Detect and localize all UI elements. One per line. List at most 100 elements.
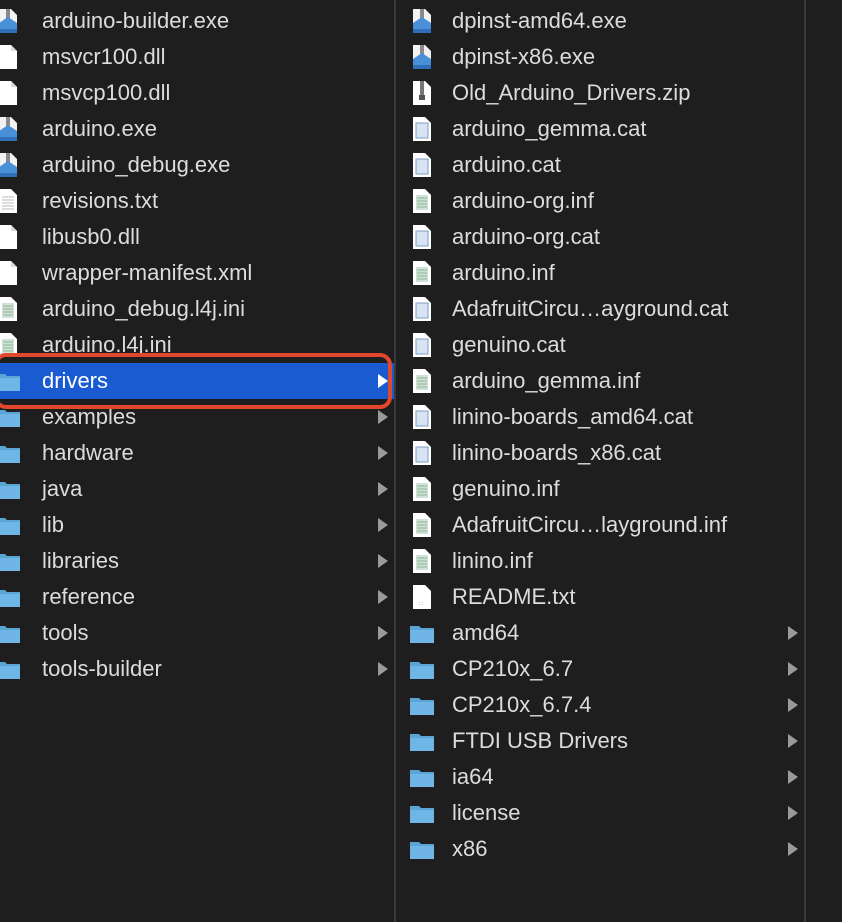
file-row[interactable]: arduino_gemma.inf <box>396 363 804 399</box>
item-name: license <box>452 800 521 825</box>
disclosure-arrow-icon <box>378 554 388 568</box>
file-row[interactable]: Old_Arduino_Drivers.zip <box>396 75 804 111</box>
file-row[interactable]: genuino.cat <box>396 327 804 363</box>
folder-icon <box>0 367 22 395</box>
folder-row[interactable]: libraries <box>0 543 394 579</box>
folder-icon <box>408 799 436 827</box>
file-row[interactable]: linino.inf <box>396 543 804 579</box>
file-row[interactable]: dpinst-amd64.exe <box>396 3 804 39</box>
finder-column-1[interactable]: arduino-builder.exe msvcr100.dll msvcp100.… <box>0 0 394 922</box>
folder-row[interactable]: reference <box>0 579 394 615</box>
executable-icon <box>0 7 22 35</box>
item-name: wrapper-manifest.xml <box>42 260 253 285</box>
ini-file-icon <box>408 547 436 575</box>
folder-row[interactable]: CP210x_6.7 <box>396 651 804 687</box>
file-row[interactable]: ::: README.txt <box>396 579 804 615</box>
file-row[interactable]: arduino-builder.exe <box>0 3 394 39</box>
folder-icon <box>0 439 22 467</box>
ini-file-icon <box>408 259 436 287</box>
item-name: arduino_debug.exe <box>42 152 231 177</box>
item-name: arduino_debug.l4j.ini <box>42 296 246 321</box>
folder-row[interactable]: hardware <box>0 435 394 471</box>
folder-row[interactable]: x86 <box>396 831 804 867</box>
item-name: dpinst-amd64.exe <box>452 8 627 33</box>
file-row[interactable]: arduino.exe <box>0 111 394 147</box>
ini-file-icon <box>408 511 436 539</box>
disclosure-arrow-icon <box>788 662 798 676</box>
document-icon <box>0 43 22 71</box>
disclosure-arrow-icon <box>788 734 798 748</box>
item-name: hardware <box>42 440 134 465</box>
disclosure-arrow-icon <box>378 446 388 460</box>
file-row[interactable]: linino-boards_x86.cat <box>396 435 804 471</box>
file-row[interactable]: arduino_gemma.cat <box>396 111 804 147</box>
file-row[interactable]: arduino-org.inf <box>396 183 804 219</box>
folder-icon <box>0 403 22 431</box>
item-name: libusb0.dll <box>42 224 140 249</box>
file-row[interactable]: genuino.inf <box>396 471 804 507</box>
file-row[interactable]: AdafruitCircu…layground.inf <box>396 507 804 543</box>
item-name: examples <box>42 404 137 429</box>
item-name: AdafruitCircu…layground.inf <box>452 512 728 537</box>
folder-row[interactable]: tools-builder <box>0 651 394 687</box>
item-name: linino-boards_x86.cat <box>452 440 662 465</box>
folder-row[interactable]: ia64 <box>396 759 804 795</box>
disclosure-arrow-icon <box>378 590 388 604</box>
finder-column-3 <box>806 0 842 922</box>
disclosure-arrow-icon <box>378 410 388 424</box>
catalog-file-icon <box>408 151 436 179</box>
item-name: x86 <box>452 836 488 861</box>
item-name: tools <box>42 620 89 645</box>
disclosure-arrow-icon <box>788 626 798 640</box>
document-icon <box>0 79 22 107</box>
executable-icon <box>0 115 22 143</box>
file-row[interactable]: arduino.inf <box>396 255 804 291</box>
folder-row[interactable]: examples <box>0 399 394 435</box>
item-name: msvcp100.dll <box>42 80 171 105</box>
file-row[interactable]: wrapper-manifest.xml <box>0 255 394 291</box>
folder-row[interactable]: amd64 <box>396 615 804 651</box>
file-row[interactable]: msvcr100.dll <box>0 39 394 75</box>
ini-file-icon <box>0 331 22 359</box>
file-row[interactable]: revisions.txt <box>0 183 394 219</box>
item-name: tools-builder <box>42 656 162 681</box>
file-row[interactable]: AdafruitCircu…ayground.cat <box>396 291 804 327</box>
item-name: linino.inf <box>452 548 533 573</box>
svg-text::::: ::: <box>419 601 423 607</box>
item-name: java <box>42 476 83 501</box>
folder-row[interactable]: tools <box>0 615 394 651</box>
folder-icon <box>408 655 436 683</box>
folder-row[interactable]: java <box>0 471 394 507</box>
folder-row[interactable]: lib <box>0 507 394 543</box>
disclosure-arrow-icon <box>378 626 388 640</box>
file-row[interactable]: dpinst-x86.exe <box>396 39 804 75</box>
catalog-file-icon <box>408 403 436 431</box>
document-icon <box>0 259 22 287</box>
folder-row[interactable]: FTDI USB Drivers <box>396 723 804 759</box>
file-row[interactable]: arduino_debug.exe <box>0 147 394 183</box>
executable-icon <box>0 151 22 179</box>
file-row[interactable]: arduino.l4j.ini <box>0 327 394 363</box>
folder-icon <box>0 655 22 683</box>
folder-icon <box>0 583 22 611</box>
file-row[interactable]: msvcp100.dll <box>0 75 394 111</box>
disclosure-arrow-icon <box>378 662 388 676</box>
folder-row[interactable]: license <box>396 795 804 831</box>
folder-icon <box>408 619 436 647</box>
executable-icon <box>408 43 436 71</box>
folder-row[interactable]: drivers <box>0 363 394 399</box>
ini-file-icon <box>408 187 436 215</box>
file-row[interactable]: arduino-org.cat <box>396 219 804 255</box>
file-row[interactable]: arduino_debug.l4j.ini <box>0 291 394 327</box>
file-row[interactable]: arduino.cat <box>396 147 804 183</box>
item-name: arduino_gemma.inf <box>452 368 641 393</box>
file-row[interactable]: linino-boards_amd64.cat <box>396 399 804 435</box>
item-name: drivers <box>42 368 109 393</box>
item-name: lib <box>42 512 65 537</box>
item-name: arduino-org.inf <box>452 188 594 213</box>
finder-column-2[interactable]: dpinst-amd64.exe dpinst-x86.exe Old_Arduin… <box>396 0 804 922</box>
folder-icon <box>0 619 22 647</box>
zip-archive-icon <box>408 79 436 107</box>
file-row[interactable]: libusb0.dll <box>0 219 394 255</box>
folder-row[interactable]: CP210x_6.7.4 <box>396 687 804 723</box>
